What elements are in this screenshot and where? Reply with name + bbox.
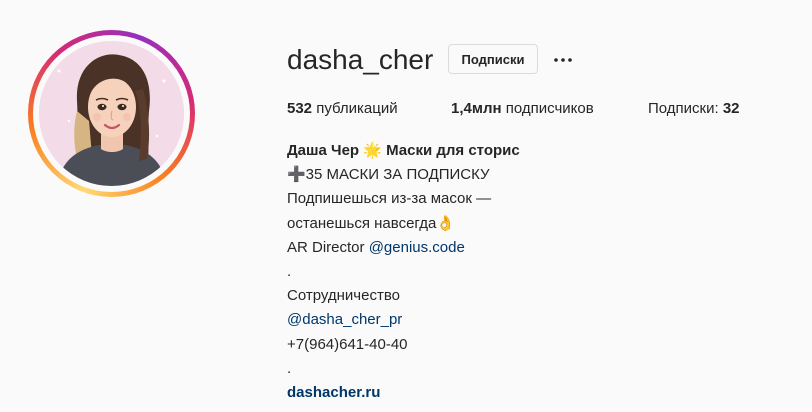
website-link[interactable]: dashacher.ru xyxy=(287,384,380,401)
posts-count-value: 532 xyxy=(287,100,313,117)
following-button[interactable]: Подписки xyxy=(448,44,538,74)
posts-count: 532 публикаций xyxy=(287,99,398,119)
bio-line: . xyxy=(287,359,292,377)
followers-label: подписчиков xyxy=(505,100,594,117)
mention-link[interactable]: @dasha_cher_pr xyxy=(287,311,402,328)
profile-header: dasha_cher Подписки 532 публикаций 1,4мл… xyxy=(0,0,812,412)
bio: Даша Чер 🌟 Маски для сторис ➕35 МАСКИ ЗА… xyxy=(287,139,520,405)
avatar-illustration xyxy=(39,41,184,186)
username: dasha_cher xyxy=(287,44,434,75)
full-name: Даша Чер 🌟 Маски для сторис xyxy=(287,142,520,159)
story-ring[interactable] xyxy=(28,30,195,197)
following-count-value: 32 xyxy=(722,100,740,117)
mention-link[interactable]: @genius.code xyxy=(369,239,465,256)
bio-line: Сотрудничество xyxy=(287,287,400,305)
bio-line: AR Director @genius.code xyxy=(287,236,520,260)
more-options-icon[interactable] xyxy=(551,48,575,72)
bio-line: . xyxy=(287,262,292,280)
bio-text: AR Director xyxy=(287,238,365,256)
followers-count-value: 1,4млн xyxy=(451,100,502,117)
bio-line: dashacher.ru xyxy=(287,381,520,405)
bio-line: ➕35 МАСКИ ЗА ПОДПИСКУ xyxy=(287,166,490,184)
bio-line: @dasha_cher_pr xyxy=(287,308,520,332)
following-link[interactable]: Подписки: 32 xyxy=(648,99,740,119)
bio-line: Подпишешься из-за масок — xyxy=(287,190,492,208)
bio-line: останешься навсегда👌 xyxy=(287,214,455,232)
posts-label: публикаций xyxy=(316,100,398,117)
followers-link[interactable]: 1,4млн подписчиков xyxy=(451,99,594,119)
following-label: Подписки: xyxy=(648,100,719,117)
bio-line: +7(964)641-40-40 xyxy=(287,335,408,353)
avatar[interactable] xyxy=(39,41,184,186)
